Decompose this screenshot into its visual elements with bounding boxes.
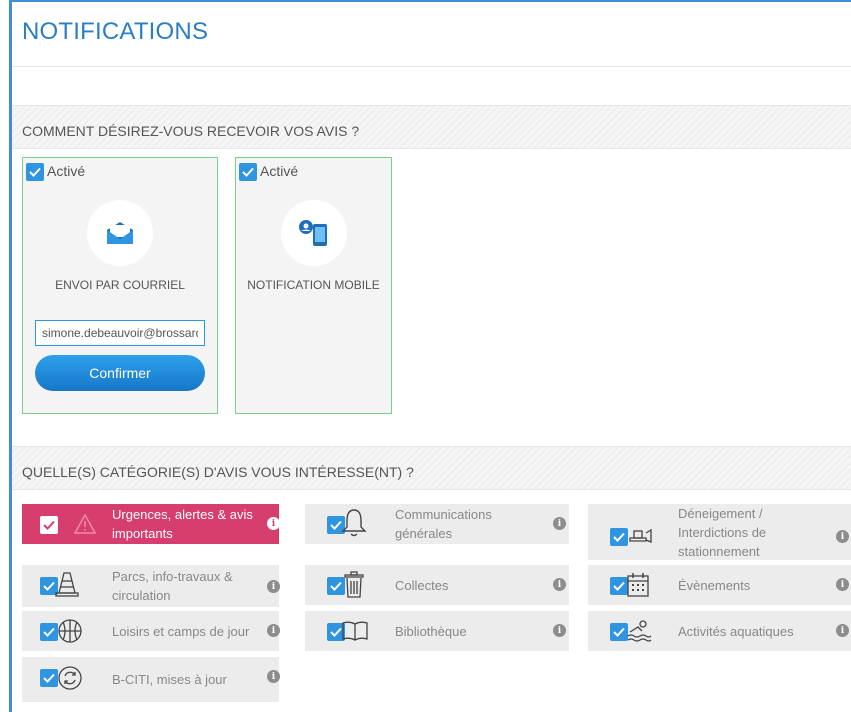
email-field[interactable] [35,320,205,346]
page-top-border [9,0,851,2]
category-communications[interactable]: Communications générales i [305,504,569,544]
category-label: Collectes [395,577,449,593]
refresh-icon [58,666,82,690]
snow-plow-icon [629,528,652,543]
categories-section-heading: QUELLE(S) CATÉGORIE(S) D'AVIS VOUS INTÉR… [22,464,414,480]
mobile-enabled-label: Activé [260,163,299,179]
bell-icon [341,509,367,537]
category-checkbox[interactable] [40,516,58,534]
category-bciti[interactable]: B-CITI, mises à jour i [22,657,280,702]
checkmark-icon [613,627,625,637]
category-deneigement[interactable]: Déneigement / Interdictions de stationne… [588,504,851,560]
mobile-channel-card[interactable]: Activé NOTIFICATION MOBILE [235,157,392,414]
categories-section-header: QUELLE(S) CATÉGORIE(S) D'AVIS VOUS INTÉR… [12,446,851,490]
trash-can-icon [344,571,364,598]
checkmark-icon [613,581,625,591]
checkmark-icon [330,581,342,591]
info-icon[interactable]: i [553,578,566,591]
checkmark-icon [43,673,55,683]
basketball-icon [58,619,82,643]
category-label: Communications générales [395,507,492,541]
info-icon[interactable]: i [553,624,566,637]
info-icon[interactable]: i [836,624,849,637]
category-label: Parcs, info-travaux & circulation [112,569,233,603]
title-divider [12,66,851,67]
checkmark-icon [43,627,55,637]
checkmark-icon [613,532,625,542]
category-collectes[interactable]: Collectes i [305,565,569,605]
category-parcs[interactable]: Parcs, info-travaux & circulation i [22,565,280,607]
book-icon [342,621,368,641]
delivery-section-heading: COMMENT DÉSIREZ-VOUS RECEVOIR VOS AVIS ? [22,123,360,139]
swimmer-icon [627,620,652,642]
info-icon[interactable]: i [267,624,280,637]
warning-icon [74,514,96,534]
email-channel-card[interactable]: Activé ENVOI PAR COURRIEL Confirmer [22,157,218,414]
info-icon[interactable]: i [553,517,566,530]
category-aquatiques[interactable]: Activités aquatiques i [588,611,851,651]
email-channel-name: ENVOI PAR COURRIEL [55,278,185,292]
mobile-enabled-checkbox[interactable] [239,163,257,181]
info-icon[interactable]: i [267,670,280,683]
checkmark-icon [43,520,55,530]
calendar-icon [627,573,649,597]
mobile-channel-name: NOTIFICATION MOBILE [247,278,380,292]
category-loisirs[interactable]: Loisirs et camps de jour i [22,611,280,651]
envelope-icon [87,200,153,266]
category-checkbox[interactable] [40,669,58,687]
info-icon[interactable]: i [836,530,849,543]
category-label: Bibliothèque [395,623,467,639]
checkmark-icon [29,167,41,177]
info-icon[interactable]: i [267,517,280,530]
category-label: B-CITI, mises à jour [112,672,227,687]
mobile-phone-icon [280,200,347,266]
traffic-cone-icon [55,572,79,597]
checkmark-icon [242,167,254,177]
info-icon[interactable]: i [267,580,280,593]
category-urgences[interactable]: Urgences, alertes & avis importants i [22,504,280,544]
category-label: Activités aquatiques [678,623,794,639]
category-label: Déneigement / Interdictions de stationne… [678,505,767,559]
category-label: Loisirs et camps de jour [112,623,250,639]
category-label: Évènements [678,577,751,593]
info-icon[interactable]: i [836,578,849,591]
delivery-section-header: COMMENT DÉSIREZ-VOUS RECEVOIR VOS AVIS ? [12,105,851,149]
email-enabled-checkbox[interactable] [26,163,44,181]
confirm-button[interactable]: Confirmer [35,355,205,391]
email-enabled-label: Activé [47,163,86,179]
category-bibliotheque[interactable]: Bibliothèque i [305,611,569,651]
category-evenements[interactable]: Évènements i [588,565,851,605]
category-checkbox[interactable] [40,623,58,641]
category-label: Urgences, alertes & avis importants [112,507,253,541]
page-title: NOTIFICATIONS [22,18,209,45]
